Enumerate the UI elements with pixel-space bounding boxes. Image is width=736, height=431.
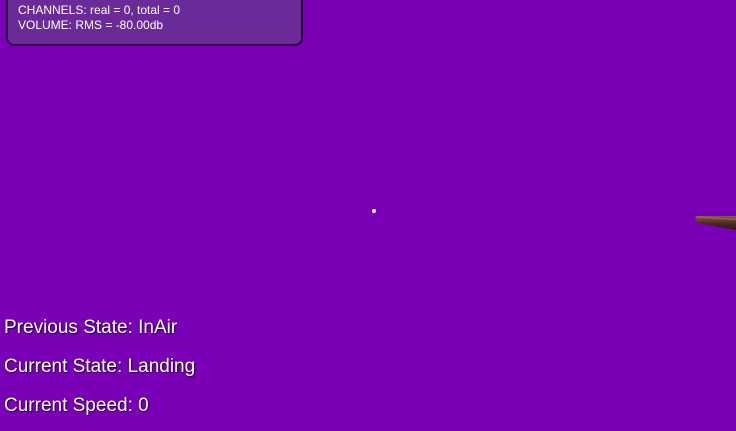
channels-readout: CHANNELS: real = 0, total = 0 <box>18 3 181 17</box>
current-state-label: Current State: <box>4 356 123 377</box>
debug-panel: CHANNELS: real = 0, total = 0 VOLUME: RM… <box>6 0 303 46</box>
volume-readout: VOLUME: RMS = -80.00db <box>18 18 164 32</box>
current-state-value: Landing <box>127 356 196 377</box>
previous-state-readout: Previous State: InAir <box>4 317 177 339</box>
current-state-readout: Current State: Landing <box>4 356 195 378</box>
current-speed-label: Current Speed: <box>4 395 133 416</box>
current-speed-readout: Current Speed: 0 <box>4 395 149 417</box>
weapon-model <box>695 216 736 231</box>
previous-state-value: InAir <box>138 317 178 338</box>
current-speed-value: 0 <box>138 395 149 416</box>
previous-state-label: Previous State: <box>4 317 133 338</box>
crosshair-dot <box>372 209 376 213</box>
